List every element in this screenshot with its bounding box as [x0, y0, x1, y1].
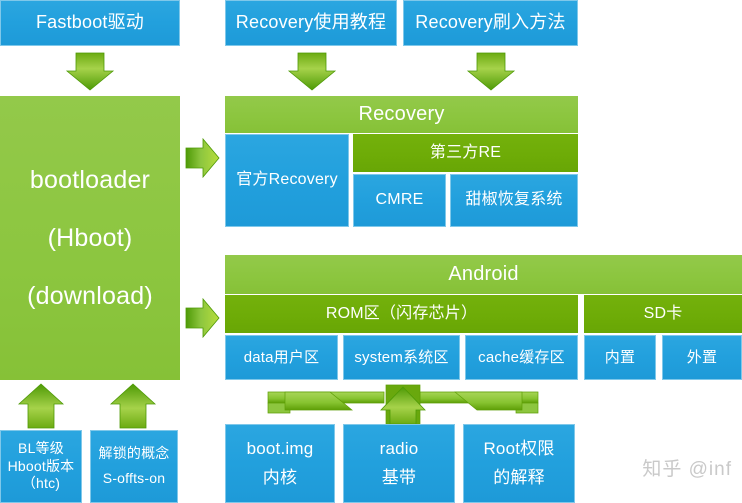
node-label: cache缓存区 — [478, 348, 565, 366]
bootloader-line-2: (Hboot) — [47, 224, 133, 252]
bootloader-line-3: (download) — [27, 282, 153, 310]
node-recovery-flash-method[interactable]: Recovery刷入方法 — [403, 0, 578, 46]
sd-card-label: SD卡 — [643, 304, 683, 322]
node-boot-img[interactable]: boot.img 内核 — [225, 424, 335, 503]
down-arrow-2 — [287, 52, 337, 91]
node-label: 官方Recovery — [236, 171, 338, 189]
watermark: 知乎 @inf — [642, 459, 732, 480]
android-header: Android — [225, 255, 742, 294]
down-arrow-1 — [65, 52, 115, 91]
node-label-line-1: radio — [379, 439, 419, 459]
merge-up-arrow — [267, 384, 539, 425]
node-bl-level[interactable]: BL等级 Hboot版本 （htc) — [0, 430, 82, 503]
right-arrow-1 — [185, 137, 220, 179]
node-label-line-1: 解锁的概念 — [98, 445, 170, 462]
node-label-line-1: boot.img — [246, 439, 314, 459]
node-cmre[interactable]: CMRE — [353, 174, 446, 227]
up-arrow-2 — [109, 383, 157, 429]
android-header-label: Android — [448, 262, 519, 285]
node-internal-storage[interactable]: 内置 — [584, 335, 656, 380]
node-fastboot-driver[interactable]: Fastboot驱动 — [0, 0, 180, 46]
node-label: system系统区 — [354, 348, 449, 366]
node-data-partition[interactable]: data用户区 — [225, 335, 338, 380]
android-group: Android ROM区（闪存芯片） SD卡 data用户区 system系统区… — [225, 255, 742, 380]
node-label: data用户区 — [243, 348, 320, 366]
recovery-header: Recovery — [225, 96, 578, 133]
node-label-line-2: 基带 — [381, 468, 417, 487]
sd-card-header: SD卡 — [584, 295, 742, 333]
node-official-recovery[interactable]: 官方Recovery — [225, 134, 349, 227]
down-arrow-3 — [466, 52, 516, 91]
node-sweet-pepper[interactable]: 甜椒恢复系统 — [450, 174, 578, 227]
node-label-line-1: Root权限 — [483, 439, 555, 459]
rom-area-header: ROM区（闪存芯片） — [225, 295, 578, 333]
node-label: CMRE — [375, 191, 424, 209]
node-label: Fastboot驱动 — [35, 12, 145, 33]
node-label-line-2: 内核 — [262, 468, 298, 487]
node-label: 外置 — [686, 348, 718, 366]
right-arrow-2 — [185, 297, 220, 339]
node-external-storage[interactable]: 外置 — [662, 335, 742, 380]
up-arrow-1 — [17, 383, 65, 429]
rom-area-label: ROM区（闪存芯片） — [325, 304, 478, 322]
node-system-partition[interactable]: system系统区 — [343, 335, 460, 380]
node-label-line-2: Hboot版本 — [7, 457, 75, 474]
node-label-line-1: BL等级 — [18, 439, 64, 456]
node-bootloader[interactable]: bootloader (Hboot) (download) — [0, 96, 180, 380]
node-recovery-tutorial[interactable]: Recovery使用教程 — [225, 0, 397, 46]
node-label: Recovery刷入方法 — [415, 12, 566, 33]
third-party-re-header: 第三方RE — [353, 134, 578, 172]
node-unlock-concept[interactable]: 解锁的概念 S-offts-on — [90, 430, 178, 503]
recovery-group: Recovery 官方Recovery 第三方RE CMRE 甜椒恢复系统 — [225, 96, 578, 227]
third-party-re-label: 第三方RE — [429, 143, 502, 161]
node-cache-partition[interactable]: cache缓存区 — [465, 335, 578, 380]
diagram-canvas: Fastboot驱动 Recovery使用教程 Recovery刷入方法 boo… — [0, 0, 742, 503]
node-label: 甜椒恢复系统 — [465, 191, 563, 209]
node-label: 内置 — [604, 348, 636, 366]
node-root-permission[interactable]: Root权限 的解释 — [463, 424, 575, 503]
bootloader-line-1: bootloader — [29, 166, 151, 194]
node-label-line-3: （htc) — [21, 475, 61, 492]
recovery-header-label: Recovery — [358, 102, 445, 125]
node-radio[interactable]: radio 基带 — [343, 424, 455, 503]
node-label: Recovery使用教程 — [235, 12, 387, 33]
node-label-line-2: S-offts-on — [102, 470, 166, 486]
node-label-line-2: 的解释 — [493, 468, 545, 487]
